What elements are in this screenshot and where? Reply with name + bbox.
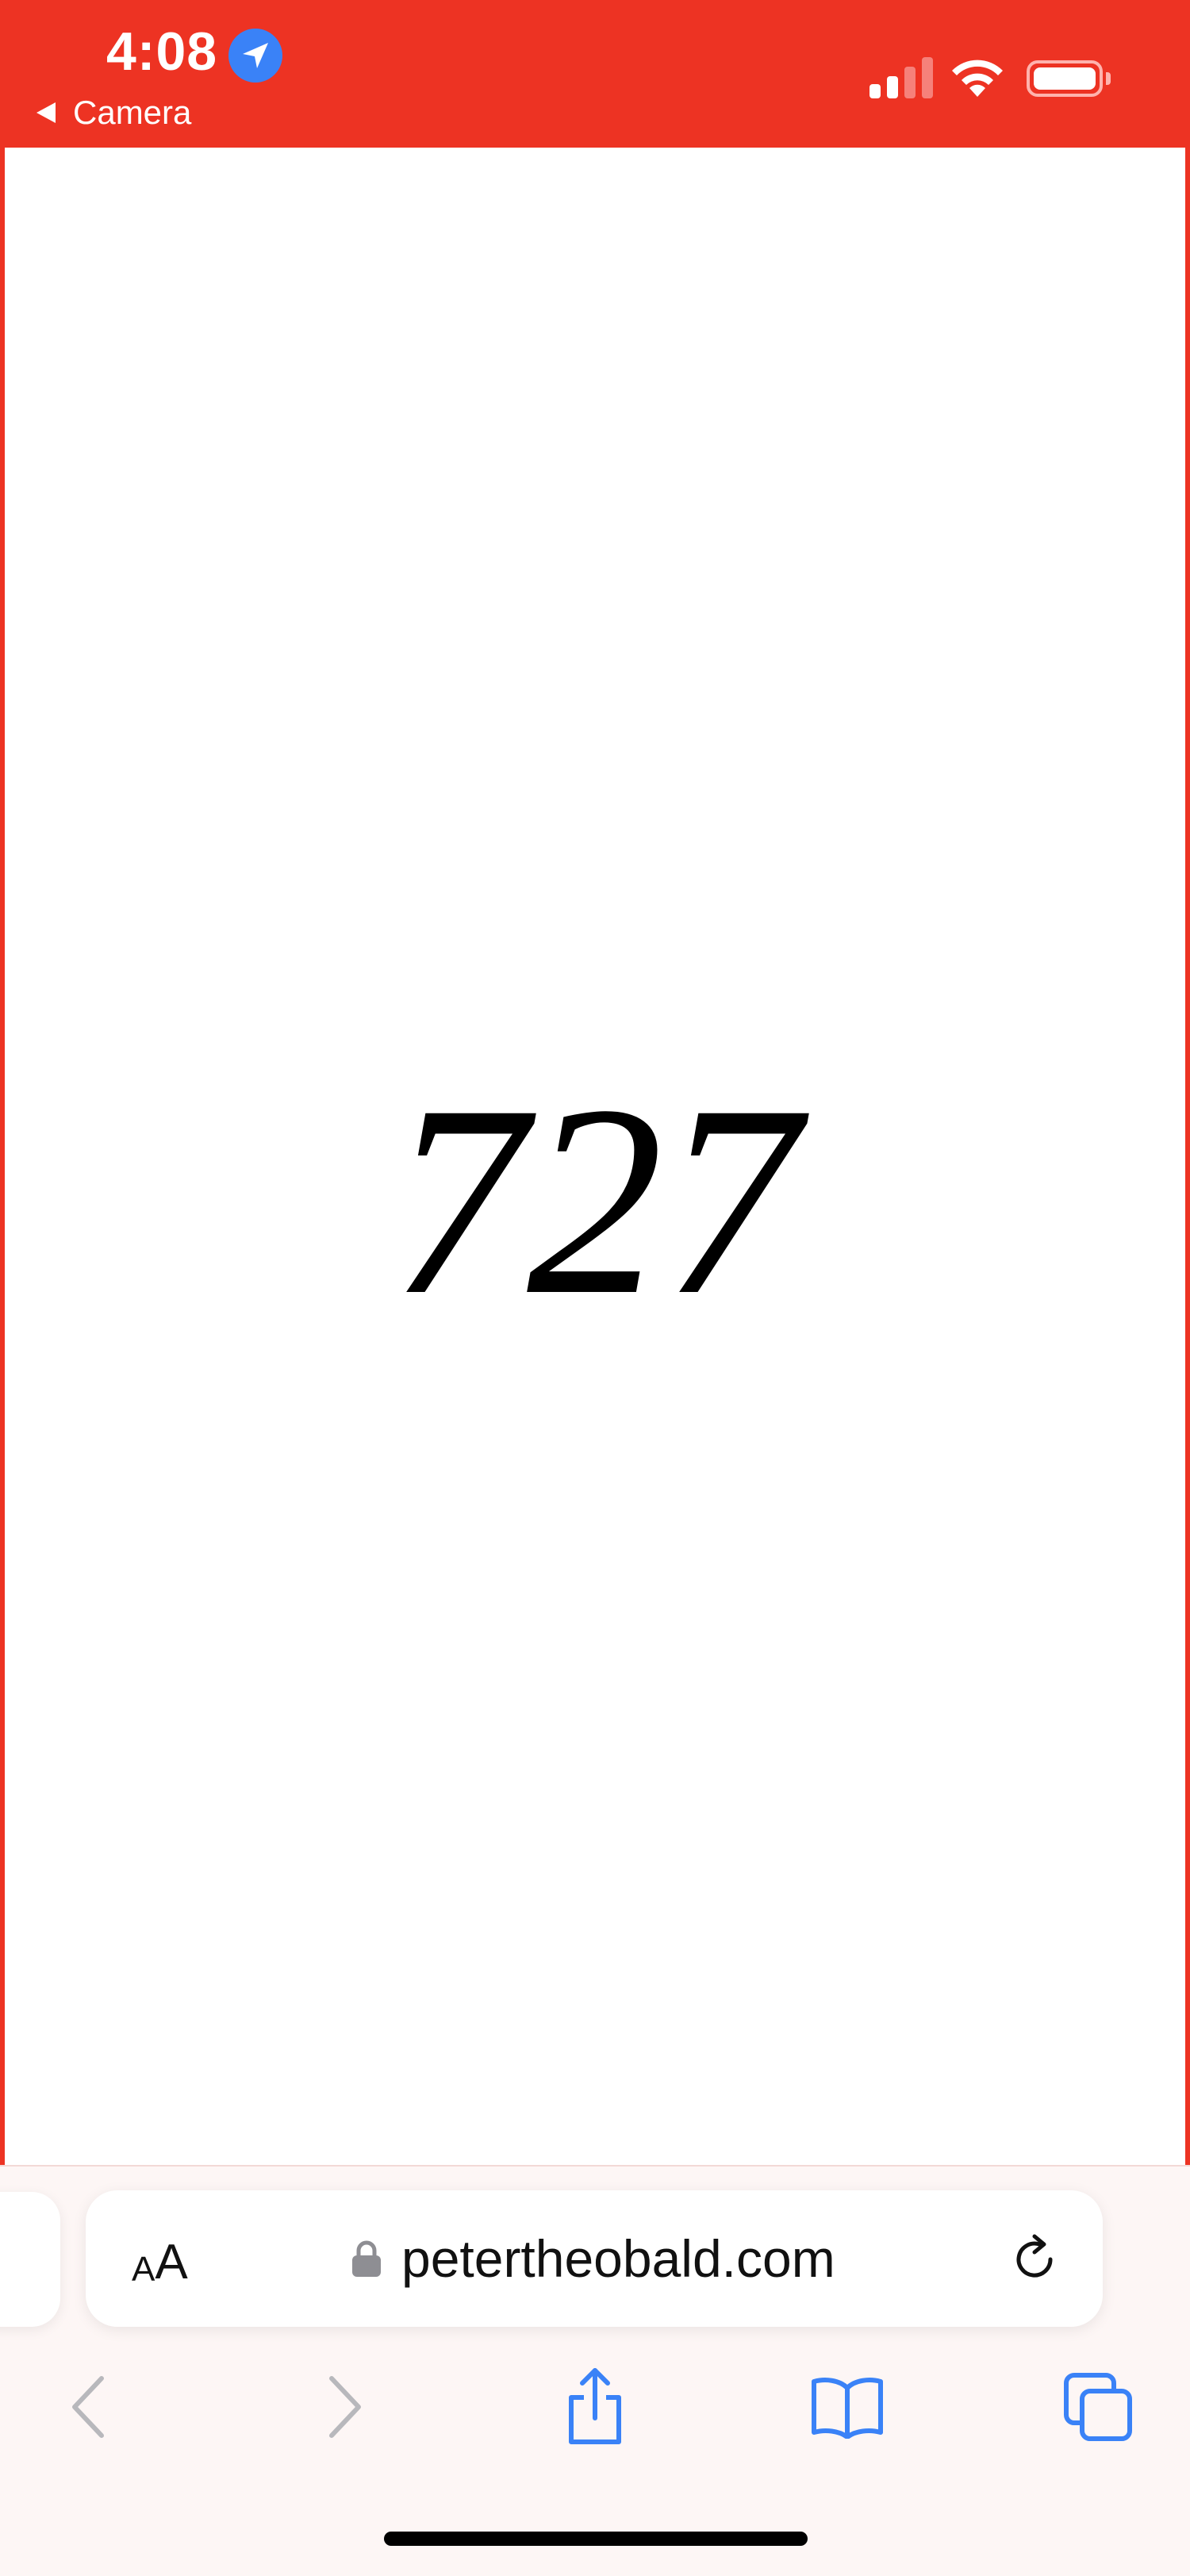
back-to-camera-label: Camera	[73, 94, 192, 131]
address-bar[interactable]: A A petertheobald.com	[86, 2190, 1103, 2327]
navigation-row	[0, 2363, 1190, 2451]
back-triangle-icon	[36, 102, 56, 123]
url-text: petertheobald.com	[401, 2229, 835, 2288]
aa-small-letter: A	[132, 2250, 155, 2289]
book-icon	[812, 2378, 883, 2439]
home-indicator[interactable]	[384, 2532, 808, 2546]
forward-button[interactable]	[297, 2363, 392, 2451]
chevron-right-icon	[329, 2376, 361, 2438]
chevron-left-icon	[72, 2376, 104, 2438]
wifi-icon	[952, 60, 1003, 97]
bookmarks-button[interactable]	[800, 2363, 895, 2451]
url-display[interactable]: petertheobald.com	[351, 2228, 835, 2289]
tabs-button[interactable]	[1050, 2363, 1146, 2451]
aa-large-letter: A	[155, 2235, 188, 2290]
share-button[interactable]	[547, 2363, 643, 2451]
previous-tab-preview[interactable]	[0, 2192, 60, 2327]
web-content: 727	[5, 148, 1185, 2165]
page-number-text: 727	[390, 1049, 800, 1351]
cellular-signal-icon	[869, 57, 933, 98]
location-arrow-icon	[228, 29, 282, 83]
status-time: 4:08	[106, 21, 218, 82]
tabs-icon	[1064, 2373, 1132, 2441]
back-button[interactable]	[41, 2363, 136, 2451]
share-icon	[569, 2368, 621, 2444]
back-to-camera-link[interactable]: Camera	[36, 90, 191, 135]
lock-icon	[352, 2240, 381, 2277]
battery-tip	[1106, 72, 1111, 85]
battery-icon	[1027, 60, 1103, 97]
reader-aa-button[interactable]: A A	[132, 2230, 188, 2287]
reload-icon[interactable]	[1008, 2232, 1063, 2287]
status-bar: 4:08 Camera	[0, 0, 1190, 148]
